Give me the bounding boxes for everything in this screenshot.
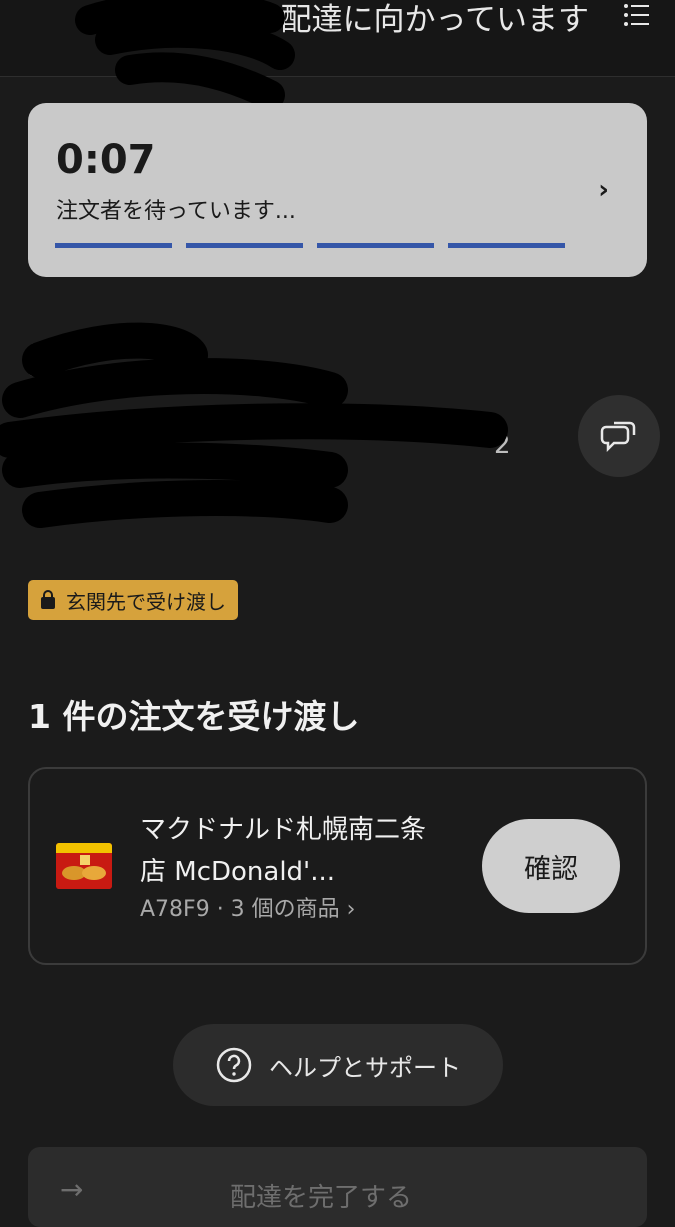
wait-progress [55, 243, 565, 248]
progress-segment [55, 243, 172, 248]
chevron-right-icon: › [598, 175, 609, 205]
waiting-status: 注文者を待っています... [56, 199, 296, 224]
arrow-right-icon: → [60, 1173, 84, 1206]
order-meta[interactable]: A78F9 · 3 個の商品 › [140, 891, 355, 923]
complete-delivery-label: 配達を完了する [230, 1183, 413, 1213]
waiting-timer-card[interactable]: 0:07 注文者を待っています... › [28, 103, 647, 277]
store-name: マクドナルド札幌南二条店 McDonald'... [140, 815, 427, 887]
list-menu-icon[interactable] [623, 0, 649, 30]
progress-segment [186, 243, 303, 248]
order-card[interactable]: マクドナルド札幌南二条店 McDonald'... A78F9 · 3 個の商品… [28, 767, 647, 965]
handoff-badge-label: 玄関先で受け渡し [66, 589, 226, 614]
orders-section-title: 1 件の注文を受け渡し [28, 697, 360, 736]
customer-detail-fragment: 2 [494, 430, 511, 460]
chat-button[interactable] [578, 395, 660, 477]
confirm-button[interactable]: 確認 [482, 819, 620, 913]
chat-bubbles-icon [600, 421, 636, 453]
question-circle-icon [216, 1047, 252, 1083]
redaction-scribble [0, 322, 508, 528]
help-support-label: ヘルプとサポート [269, 1053, 461, 1082]
shopping-bag-icon [41, 590, 55, 609]
customer-name-fragment: 渡 [28, 342, 62, 382]
page-title: へ配達に向かっています [249, 2, 589, 38]
progress-segment [317, 243, 434, 248]
store-thumbnail [56, 843, 112, 889]
progress-segment [448, 243, 565, 248]
wait-timer: 0:07 [56, 137, 156, 183]
handoff-badge: 玄関先で受け渡し [28, 580, 238, 620]
top-bar: へ配達に向かっています [0, 0, 675, 77]
help-support-button[interactable]: ヘルプとサポート [173, 1024, 503, 1106]
complete-delivery-button[interactable]: → 配達を完了する [28, 1147, 647, 1227]
